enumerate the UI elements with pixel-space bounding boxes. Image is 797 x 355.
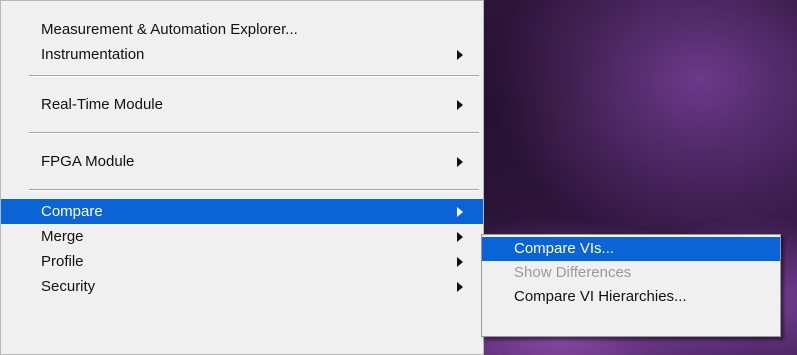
- menu-item-security[interactable]: Security: [1, 274, 483, 299]
- menu-item-label: FPGA Module: [41, 153, 135, 170]
- submenu-item-compare-vi-hierarchies[interactable]: Compare VI Hierarchies...: [482, 285, 780, 309]
- chevron-right-icon: [457, 257, 463, 267]
- menu-item-label: Security: [41, 278, 96, 295]
- menu-item-label: Merge: [41, 228, 84, 245]
- menu-item-compare[interactable]: Compare: [1, 199, 483, 224]
- submenu-item-show-differences: Show Differences: [482, 261, 780, 285]
- submenu-item-compare-vis[interactable]: Compare VIs...: [482, 237, 780, 261]
- menu-item-label: Compare: [41, 203, 103, 220]
- menu-item-fpga-module[interactable]: FPGA Module: [1, 149, 483, 174]
- menu-item-profile[interactable]: Profile: [1, 249, 483, 274]
- chevron-right-icon: [457, 157, 463, 167]
- menu-item-merge[interactable]: Merge: [1, 224, 483, 249]
- menu-item-instrumentation[interactable]: Instrumentation: [1, 42, 483, 67]
- menu-item-measurement-automation-explorer[interactable]: Measurement & Automation Explorer...: [1, 17, 483, 42]
- chevron-right-icon: [457, 50, 463, 60]
- menu-item-label: Profile: [41, 253, 84, 270]
- chevron-right-icon: [457, 100, 463, 110]
- menu-item-label: Real-Time Module: [41, 96, 163, 113]
- chevron-right-icon: [457, 282, 463, 292]
- submenu-item-label: Compare VIs...: [514, 240, 615, 257]
- menu-item-real-time-module[interactable]: Real-Time Module: [1, 92, 483, 117]
- compare-submenu: Compare VIs... Show Differences Compare …: [481, 234, 781, 337]
- chevron-right-icon: [457, 207, 463, 217]
- menu-item-label: Instrumentation: [41, 46, 145, 63]
- submenu-item-label: Compare VI Hierarchies...: [514, 288, 687, 305]
- menu-item-label: Measurement & Automation Explorer...: [41, 21, 298, 38]
- submenu-item-label: Show Differences: [514, 264, 632, 281]
- tools-menu: Measurement & Automation Explorer... Ins…: [0, 0, 484, 355]
- chevron-right-icon: [457, 232, 463, 242]
